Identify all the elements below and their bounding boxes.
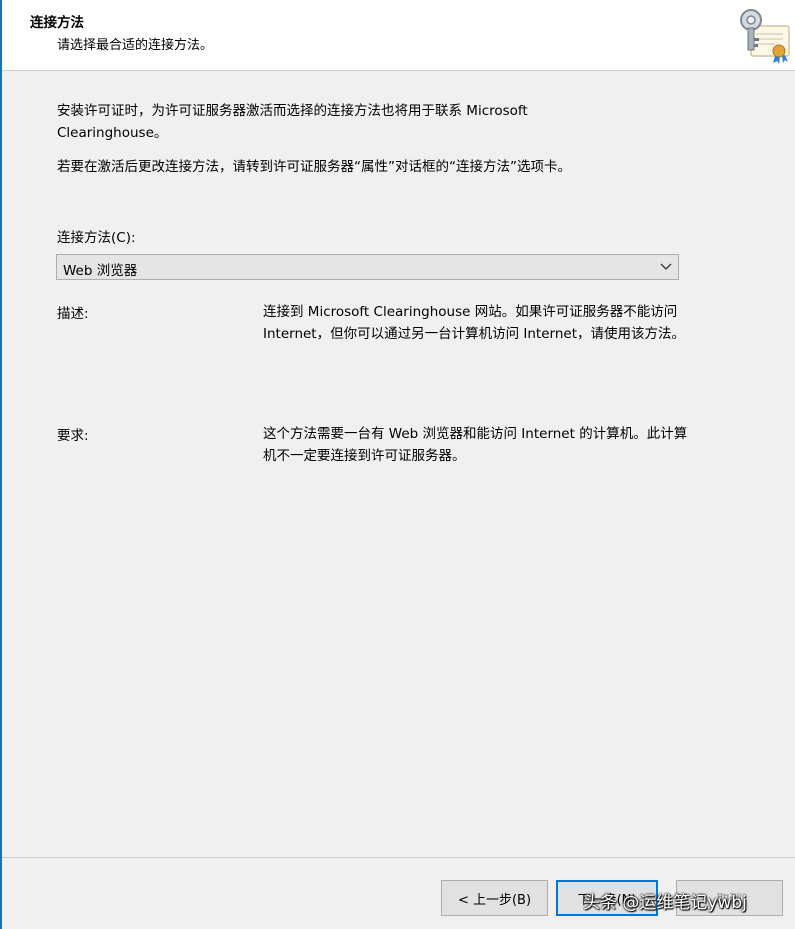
wizard-header: 连接方法 请选择最合适的连接方法。 bbox=[2, 0, 795, 71]
window-left-edge bbox=[0, 0, 2, 929]
description-label: 描述: bbox=[57, 306, 89, 322]
cancel-button[interactable]: 取消 bbox=[676, 880, 783, 916]
page-title: 连接方法 bbox=[30, 15, 84, 31]
next-button[interactable]: 下一步(N) bbox=[556, 880, 658, 916]
back-button[interactable]: < 上一步(B) bbox=[441, 880, 548, 916]
requirements-label: 要求: bbox=[57, 428, 89, 444]
chevron-down-icon bbox=[660, 263, 672, 270]
footer-divider bbox=[2, 857, 795, 858]
connection-method-label: 连接方法(C): bbox=[57, 230, 136, 246]
certificate-key-icon bbox=[740, 9, 790, 64]
intro-text-2: 若要在激活后更改连接方法，请转到许可证服务器“属性”对话框的“连接方法”选项卡。 bbox=[57, 159, 571, 175]
description-text: 连接到 Microsoft Clearinghouse 网站。如果许可证服务器不… bbox=[263, 304, 685, 342]
connection-method-value: Web 浏览器 bbox=[63, 263, 138, 279]
requirements-text: 这个方法需要一台有 Web 浏览器和能访问 Internet 的计算机。此计算机… bbox=[263, 426, 688, 464]
page-subtitle: 请选择最合适的连接方法。 bbox=[57, 38, 214, 53]
connection-method-select[interactable]: Web 浏览器 bbox=[56, 254, 679, 280]
intro-text-1: 安装许可证时，为许可证服务器激活而选择的连接方法也将用于联系 Microsoft… bbox=[57, 103, 528, 141]
